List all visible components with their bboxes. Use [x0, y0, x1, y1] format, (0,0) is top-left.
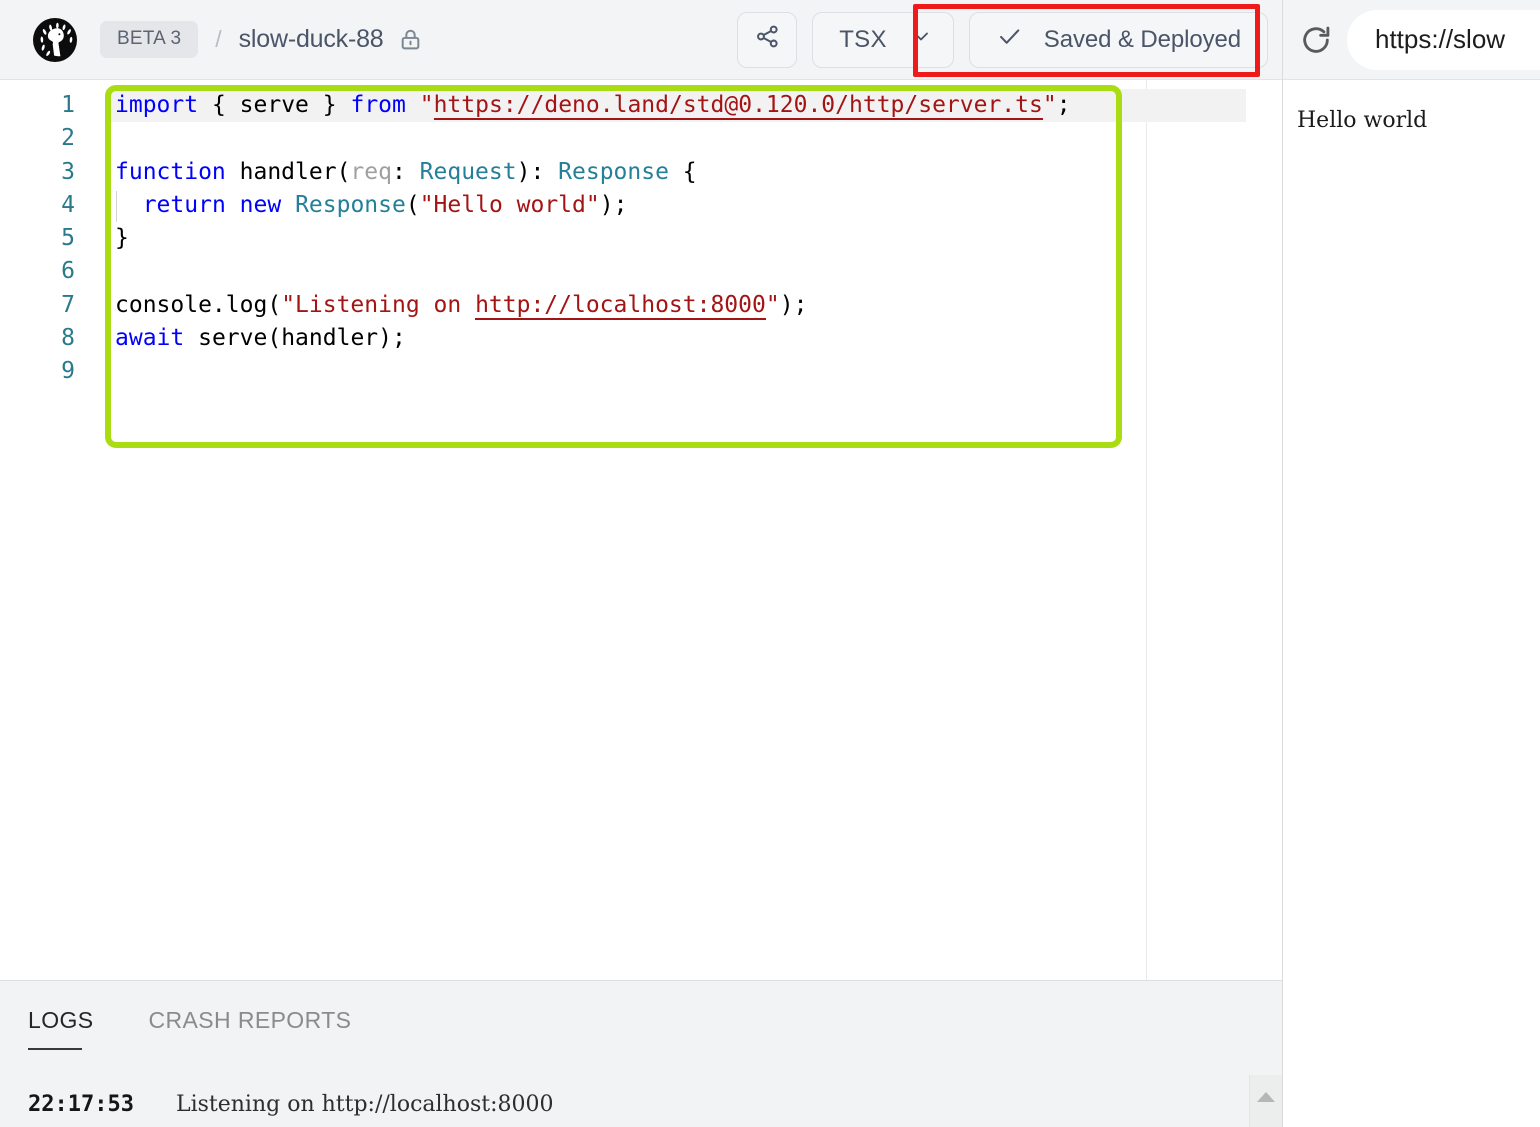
code-editor[interactable]: 123456789 import { serve } from "https:/… — [0, 80, 1282, 980]
reload-icon[interactable] — [1299, 23, 1333, 57]
line-number-gutter: 1 2 3 4 5 6 7 8 9 — [0, 80, 104, 980]
code-token: " — [1042, 92, 1057, 118]
log-entry: 22:17:53 Listening on http://localhost:80… — [28, 1088, 1282, 1122]
deploy-status-button[interactable]: Saved & Deployed — [968, 11, 1268, 68]
code-line[interactable]: return new Response("Hello world"); — [106, 189, 1282, 222]
indent-guide — [116, 190, 117, 222]
share-icon — [754, 23, 781, 57]
code-token: await — [115, 325, 185, 352]
code-line[interactable]: } — [106, 222, 1282, 255]
code-line[interactable] — [106, 255, 1282, 288]
line-number: 5 — [61, 225, 75, 252]
app-header: BETA 3 / slow-duck-88 TSX Saved & Deploy… — [0, 0, 1282, 80]
code-line[interactable]: await serve(handler); — [106, 322, 1282, 355]
code-token: Request — [419, 158, 517, 185]
line-number: 4 — [61, 191, 75, 218]
preview-toolbar: https://slow — [1283, 0, 1540, 80]
code-token: { — [668, 158, 697, 185]
logs-tabbar: LOGS CRASH REPORTS — [0, 981, 1282, 1050]
chevron-down-icon — [909, 24, 933, 55]
share-button[interactable] — [737, 11, 798, 68]
code-token: Response — [295, 191, 406, 218]
code-token: serve — [184, 325, 268, 352]
code-token: ( — [336, 158, 351, 185]
code-token: ): — [516, 158, 559, 185]
code-token: handler — [281, 325, 379, 352]
line-number: 7 — [61, 291, 75, 318]
code-line[interactable] — [106, 355, 1282, 388]
preview-content: Hello world — [1283, 80, 1540, 1127]
preview-body-text: Hello world — [1297, 108, 1428, 133]
code-token: Response — [558, 158, 669, 185]
code-token: " — [419, 92, 434, 118]
code-token: { — [211, 92, 226, 118]
code-token: function — [115, 158, 226, 185]
lock-icon — [398, 27, 423, 52]
code-token: ( — [267, 291, 282, 318]
code-token: Listening on — [295, 291, 476, 318]
code-token[interactable]: https://deno.land/std@0.120.0/http/serve… — [433, 92, 1043, 120]
language-select[interactable]: TSX — [812, 11, 954, 68]
breadcrumb-separator: / — [215, 26, 222, 52]
code-token: " — [765, 291, 780, 318]
preview-column: https://slow Hello world — [1283, 0, 1540, 1127]
code-token: console.log — [115, 291, 268, 318]
code-token: } — [115, 225, 129, 252]
code-token: serve — [225, 92, 323, 118]
project-name[interactable]: slow-duck-88 — [239, 25, 384, 54]
code-token: ); — [599, 191, 628, 218]
code-token: "Hello world" — [419, 191, 600, 218]
check-icon — [996, 23, 1023, 57]
header-actions: TSX Saved & Deployed — [737, 11, 1268, 68]
logs-tab-logs[interactable]: LOGS — [28, 1007, 94, 1050]
line-number: 9 — [61, 358, 75, 385]
code-token: return — [142, 191, 226, 218]
logs-panel: LOGS CRASH REPORTS 22:17:53 Listening on h… — [0, 980, 1282, 1127]
code-line[interactable]: function handler(req: Request): Response… — [106, 156, 1282, 189]
code-token: ); — [779, 291, 808, 318]
code-token: " — [281, 291, 296, 318]
code-token[interactable]: http://localhost:8000 — [475, 291, 766, 320]
preview-url-input[interactable]: https://slow — [1347, 9, 1540, 70]
logs-scrollbar[interactable] — [1249, 1075, 1282, 1127]
line-number: 1 — [61, 92, 75, 118]
editor-column: BETA 3 / slow-duck-88 TSX Saved & Deploy… — [0, 0, 1283, 1127]
log-message: Listening on http://localhost:8000 — [175, 1092, 554, 1117]
code-token: import — [115, 92, 199, 118]
code-line[interactable]: import { serve } from "https://deno.land… — [106, 89, 1246, 123]
code-token: ); — [378, 325, 406, 352]
code-line[interactable]: console.log("Listening on http://localho… — [106, 289, 1282, 322]
line-number: 6 — [61, 258, 75, 285]
code-token: } — [322, 92, 337, 118]
code-line[interactable] — [106, 122, 1282, 155]
line-number: 2 — [61, 125, 75, 152]
language-label: TSX — [839, 25, 887, 53]
preview-url-text: https://slow — [1375, 24, 1506, 54]
code-token: : — [391, 158, 420, 185]
deno-deploy-playground: BETA 3 / slow-duck-88 TSX Saved & Deploy… — [0, 0, 1540, 1127]
line-number: 8 — [61, 325, 75, 352]
line-number: 3 — [61, 158, 75, 185]
code-token: ; — [1056, 92, 1071, 118]
deno-logo-icon[interactable] — [32, 17, 78, 63]
code-token: new — [239, 191, 282, 218]
code-token: ( — [405, 191, 420, 218]
code-text[interactable]: import { serve } from "https://deno.land… — [106, 80, 1282, 980]
beta-badge: BETA 3 — [100, 21, 199, 58]
code-token: handler — [225, 158, 337, 185]
deploy-status-label: Saved & Deployed — [1043, 25, 1241, 53]
code-token: ( — [267, 325, 282, 352]
scroll-up-icon[interactable] — [1257, 1092, 1275, 1102]
log-timestamp: 22:17:53 — [28, 1092, 134, 1117]
code-token: req — [350, 158, 392, 185]
code-token: from — [350, 92, 406, 118]
logs-list: 22:17:53 Listening on http://localhost:80… — [0, 1077, 1282, 1127]
logs-tab-crash-reports[interactable]: CRASH REPORTS — [149, 1007, 352, 1044]
